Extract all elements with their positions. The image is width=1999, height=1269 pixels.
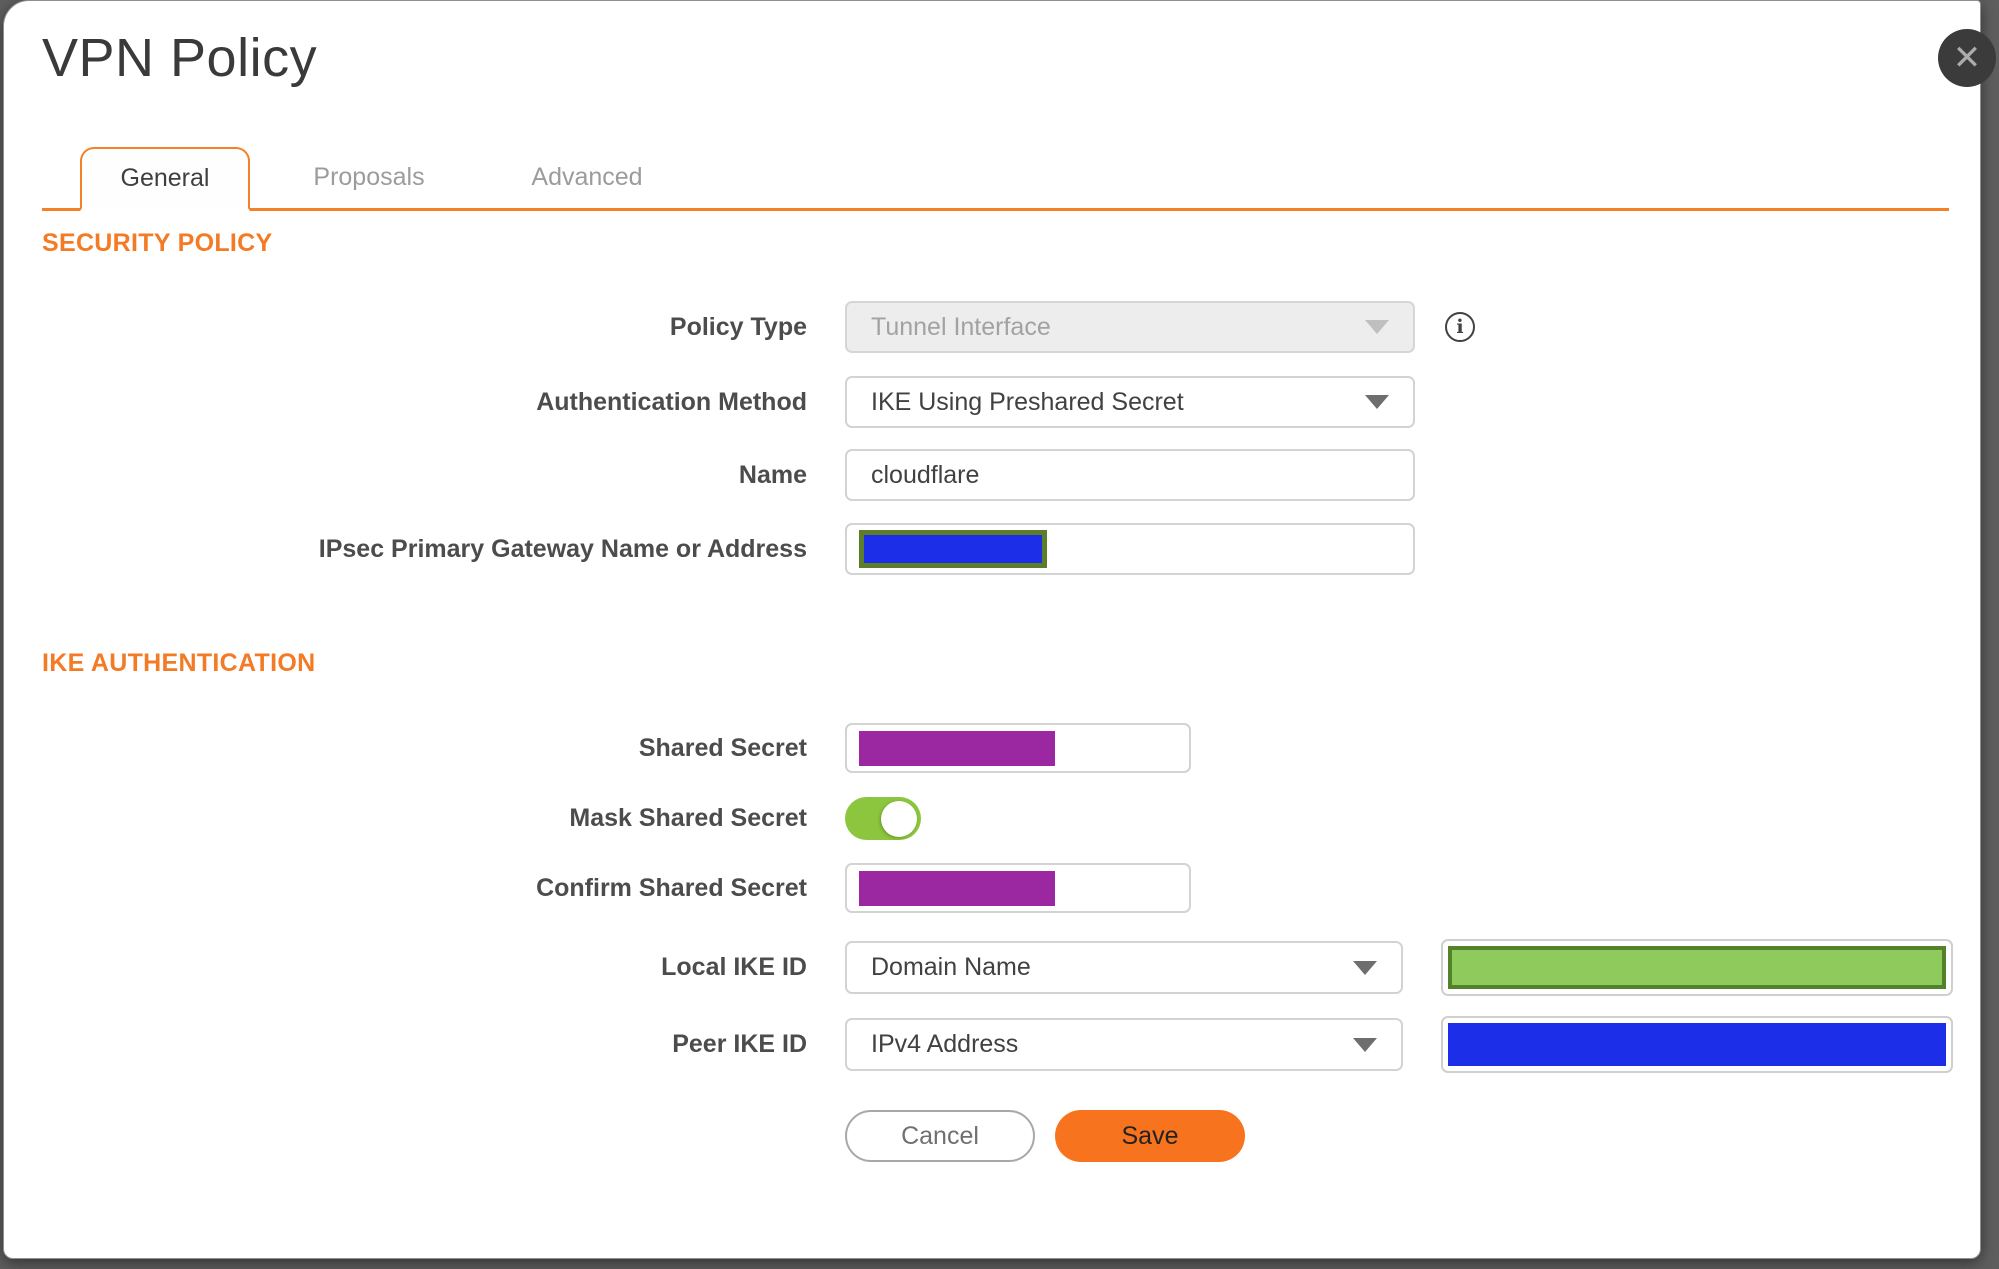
redacted-gateway-value xyxy=(859,530,1047,568)
authentication-method-row: Authentication Method IKE Using Preshare… xyxy=(42,376,1980,428)
policy-type-label: Policy Type xyxy=(669,312,807,341)
redacted-local-ike-id-value xyxy=(1448,946,1946,989)
redacted-shared-secret-value xyxy=(859,730,1055,766)
ipsec-gateway-label: IPsec Primary Gateway Name or Address xyxy=(318,534,807,563)
policy-type-row: Policy Type Tunnel Interface i xyxy=(42,301,1980,353)
policy-type-select: Tunnel Interface xyxy=(845,301,1415,353)
chevron-down-icon xyxy=(1353,960,1377,975)
local-ike-id-type: Domain Name xyxy=(871,953,1031,981)
mask-shared-secret-toggle[interactable] xyxy=(845,797,921,840)
tab-general[interactable]: General xyxy=(80,147,250,211)
peer-ike-id-label: Peer IKE ID xyxy=(672,1030,807,1058)
tab-advanced[interactable]: Advanced xyxy=(507,147,667,208)
peer-ike-id-type: IPv4 Address xyxy=(871,1030,1019,1058)
local-ike-id-row: Local IKE ID Domain Name xyxy=(42,939,1980,996)
shared-secret-input[interactable] xyxy=(845,723,1191,773)
chevron-down-icon xyxy=(1365,395,1389,409)
mask-shared-secret-row: Mask Shared Secret xyxy=(42,797,1980,840)
name-label: Name xyxy=(738,460,807,489)
name-value: cloudflare xyxy=(871,460,980,489)
shared-secret-row: Shared Secret xyxy=(42,723,1980,773)
ipsec-gateway-input[interactable] xyxy=(845,523,1415,575)
authentication-method-select[interactable]: IKE Using Preshared Secret xyxy=(845,376,1415,428)
mask-shared-secret-label: Mask Shared Secret xyxy=(569,804,807,832)
toggle-knob xyxy=(881,800,917,837)
tab-proposals[interactable]: Proposals xyxy=(289,147,449,208)
dialog-title: VPN Policy xyxy=(42,28,318,88)
chevron-down-icon xyxy=(1365,320,1389,334)
policy-type-value: Tunnel Interface xyxy=(871,312,1051,341)
local-ike-id-value-input[interactable] xyxy=(1441,939,1953,996)
save-button[interactable]: Save xyxy=(1055,1110,1245,1162)
ipsec-gateway-row: IPsec Primary Gateway Name or Address xyxy=(42,523,1980,575)
vpn-policy-dialog: ✕ VPN Policy General Proposals Advanced … xyxy=(3,0,1996,1259)
close-icon: ✕ xyxy=(1952,38,1982,78)
shared-secret-label: Shared Secret xyxy=(638,733,807,762)
confirm-shared-secret-label: Confirm Shared Secret xyxy=(536,873,807,902)
info-icon[interactable]: i xyxy=(1445,312,1475,342)
tab-bar: General Proposals Advanced xyxy=(42,147,1949,211)
name-row: Name cloudflare xyxy=(42,449,1980,501)
general-tab-panel: SECURITY POLICY Policy Type Tunnel Inter… xyxy=(42,229,1980,1162)
dialog-actions: Cancel Save xyxy=(42,1110,1980,1162)
local-ike-id-label: Local IKE ID xyxy=(661,953,807,981)
redacted-peer-ike-id-value xyxy=(1448,1023,1946,1066)
close-button[interactable]: ✕ xyxy=(1938,29,1996,87)
cancel-button[interactable]: Cancel xyxy=(845,1110,1035,1162)
name-input[interactable]: cloudflare xyxy=(845,449,1415,501)
section-security-policy: SECURITY POLICY xyxy=(42,229,273,257)
chevron-down-icon xyxy=(1353,1037,1377,1052)
authentication-method-label: Authentication Method xyxy=(536,387,807,416)
peer-ike-id-select[interactable]: IPv4 Address xyxy=(845,1018,1403,1071)
authentication-method-value: IKE Using Preshared Secret xyxy=(871,387,1184,416)
confirm-shared-secret-row: Confirm Shared Secret xyxy=(42,863,1980,913)
local-ike-id-select[interactable]: Domain Name xyxy=(845,941,1403,994)
peer-ike-id-row: Peer IKE ID IPv4 Address xyxy=(42,1016,1980,1073)
confirm-shared-secret-input[interactable] xyxy=(845,863,1191,913)
redacted-confirm-secret-value xyxy=(859,870,1055,906)
peer-ike-id-value-input[interactable] xyxy=(1441,1016,1953,1073)
section-ike-authentication: IKE AUTHENTICATION xyxy=(42,649,316,677)
info-glyph: i xyxy=(1456,316,1464,338)
